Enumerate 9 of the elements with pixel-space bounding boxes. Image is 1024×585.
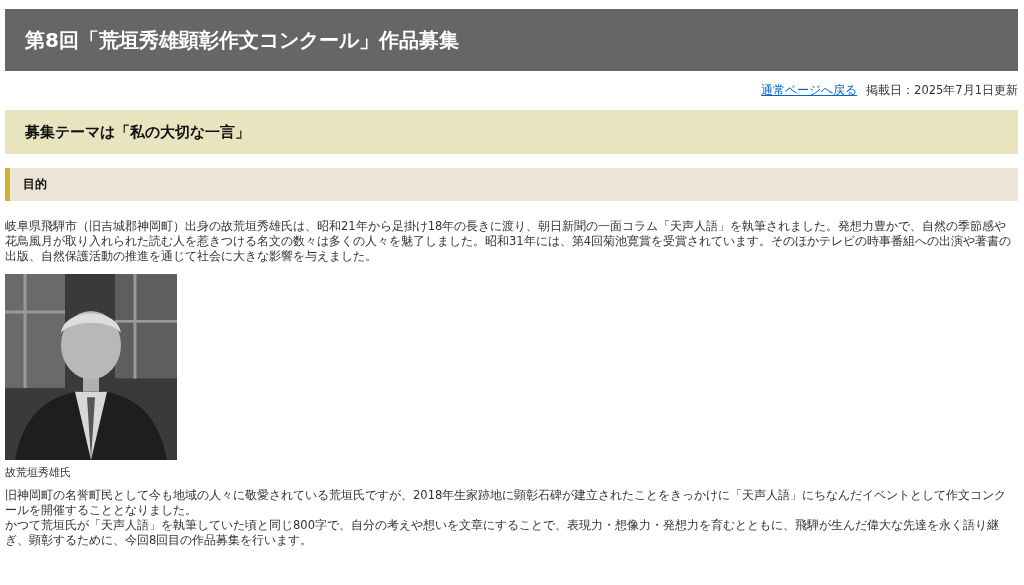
intro-paragraph: 岐阜県飛騨市（旧吉城郡神岡町）出身の故荒垣秀雄氏は、昭和21年から足掛け18年の長きに渡り、朝日新聞の一面コラム「天声人語」を執筆されました。発想力豊かで、自然の季節感や花鳥風月が取り入れられた読む人を惹きつける名文の数々は多くの人々を魅了しました。昭和31年には、第4回菊池寛賞を受賞されています。そのほかテレビの時事番組への出演や著書の出版、自然保護活動の推進を通じて社会に大きな影響を与えました。: [5, 219, 1012, 264]
body-paragraph: かつて荒垣氏が「天声人語」を執筆していた頃と同じ800字で、自分の考えや想いを文章にすることで、表現力・想像力・発想力を育むとともに、飛騨が生んだ偉大な先達を永く語り継ぎ、顕彰するために、今回8回目の作品募集を行います。: [5, 518, 1000, 548]
posted-date: 掲載日：2025年7月1日更新: [866, 83, 1018, 98]
page-title: 第8回「荒垣秀雄顕彰作文コンクール」作品募集: [5, 9, 1018, 71]
back-link[interactable]: 通常ページへ戻る: [761, 83, 858, 98]
section-heading: 目的: [5, 168, 1018, 201]
theme-heading: 募集テーマは「私の大切な一言」: [5, 110, 1018, 154]
body-paragraph: 旧神岡町の名誉町民として今も地域の人々に敬愛されている荒垣氏ですが、2018年生家跡地に顕彰石碑が建立されたことをきっかけに「天声人語」にちなんだイベントとして作文コンクールを開催することとなりました。: [5, 488, 1008, 518]
photo-caption: 故荒垣秀雄氏: [5, 465, 72, 480]
